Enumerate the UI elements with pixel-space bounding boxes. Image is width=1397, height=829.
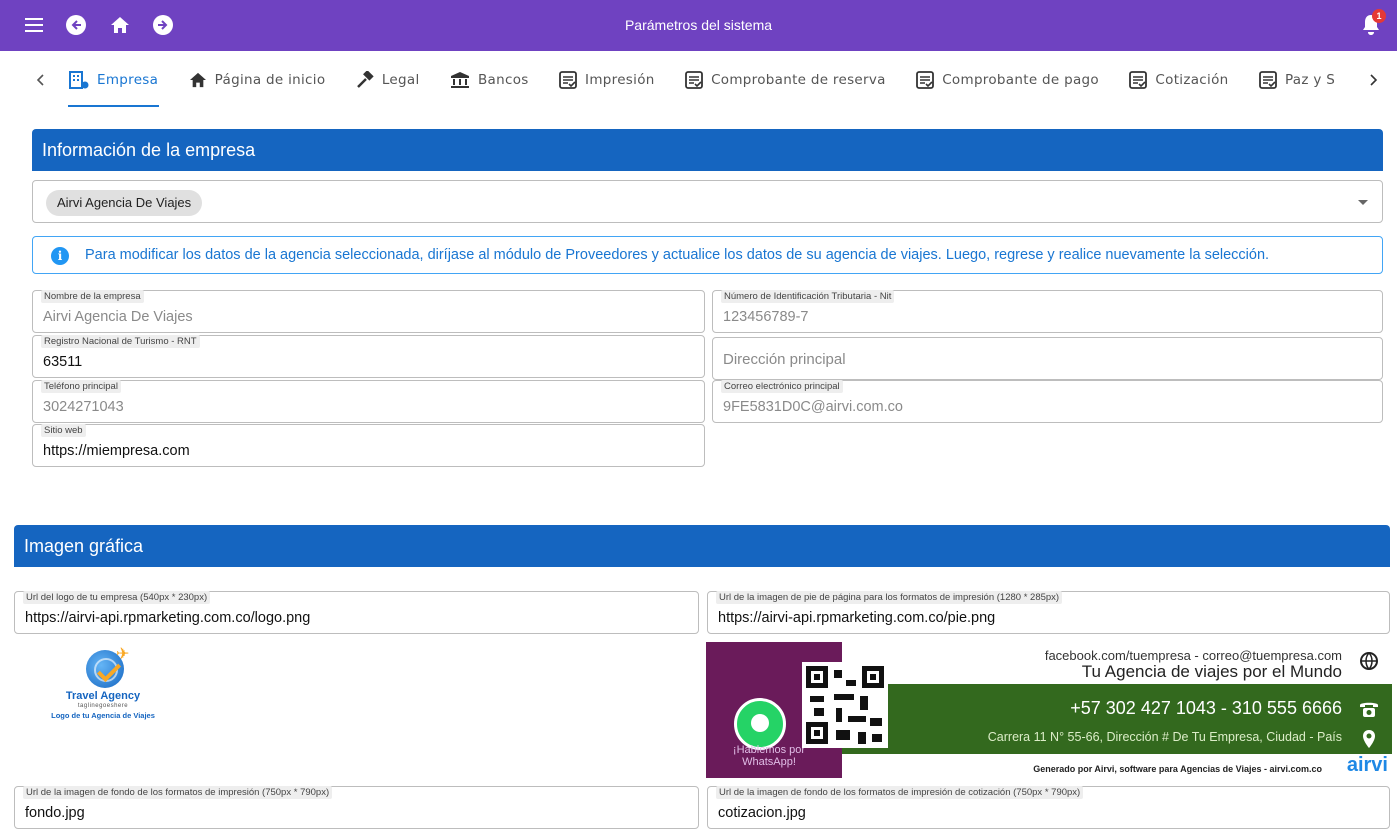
rnt-value: 63511 xyxy=(43,354,83,370)
company-section-header: Información de la empresa xyxy=(32,129,1383,171)
email-field[interactable]: Correo electrónico principal 9FE5831D0C@… xyxy=(712,380,1383,423)
form-icon xyxy=(559,70,577,89)
tabs-scroll-left-icon[interactable] xyxy=(20,51,60,108)
tab-paz-y-salvo[interactable]: Paz y S xyxy=(1246,51,1348,108)
rnt-label: Registro Nacional de Turismo - RNT xyxy=(41,335,200,348)
nit-field[interactable]: Número de Identificación Tributaria - Ni… xyxy=(712,290,1383,333)
tab-pagina-inicio[interactable]: Página de inicio xyxy=(176,51,339,108)
logo-url-value: https://airvi-api.rpmarketing.com.co/log… xyxy=(25,610,311,626)
airvi-logo: airvi xyxy=(1346,754,1388,776)
info-alert: i Para modificar los datos de la agencia… xyxy=(32,236,1383,274)
phone-field[interactable]: Teléfono principal 3024271043 xyxy=(32,380,705,423)
app-bar: Parámetros del sistema 1 xyxy=(0,0,1397,51)
footer-slogan: Tu Agencia de viajes por el Mundo xyxy=(1081,662,1342,681)
tab-cotizacion[interactable]: Cotización xyxy=(1116,51,1241,108)
footer-phones: +57 302 427 1043 - 310 555 6666 xyxy=(1070,698,1342,718)
nit-value: 123456789-7 xyxy=(723,309,809,325)
company-name-label: Nombre de la empresa xyxy=(41,290,144,303)
tabs-scroll-right-icon[interactable] xyxy=(1354,51,1394,108)
tab-impresion[interactable]: Impresión xyxy=(546,51,668,108)
bank-icon xyxy=(450,71,469,88)
tab-comprobante-pago[interactable]: Comprobante de pago xyxy=(903,51,1112,108)
address-placeholder: Dirección principal xyxy=(723,351,846,368)
logo-tagline: taglinegoeshere xyxy=(77,703,129,709)
info-icon: i xyxy=(51,247,69,265)
phone-value: 3024271043 xyxy=(43,399,124,415)
tab-bancos[interactable]: Bancos xyxy=(437,51,542,108)
background-url-value: fondo.jpg xyxy=(25,805,85,821)
location-pin-icon xyxy=(1358,728,1380,750)
phone-label: Teléfono principal xyxy=(41,380,121,393)
agency-chip: Airvi Agencia De Viajes xyxy=(46,190,203,216)
tabs-bar: Empresa Página de inicio Legal Bancos Im… xyxy=(0,51,1397,108)
agency-select[interactable]: Airvi Agencia De Viajes xyxy=(32,180,1383,223)
whatsapp-label: ¡Hablemos por WhatsApp! xyxy=(732,744,806,768)
phone-icon xyxy=(1358,698,1380,720)
form-icon xyxy=(1259,70,1277,89)
rnt-field[interactable]: Registro Nacional de Turismo - RNT 63511 xyxy=(32,335,705,378)
whatsapp-icon xyxy=(734,698,786,750)
logo-name: Travel Agency xyxy=(65,690,141,702)
company-name-field[interactable]: Nombre de la empresa Airvi Agencia De Vi… xyxy=(32,290,705,333)
logo-url-field[interactable]: Url del logo de tu empresa (540px * 230p… xyxy=(14,591,699,634)
background-url-field[interactable]: Url de la imagen de fondo de los formato… xyxy=(14,786,699,829)
airplane-icon: ✈ xyxy=(116,646,130,663)
tab-comprobante-reserva[interactable]: Comprobante de reserva xyxy=(672,51,899,108)
tab-empresa[interactable]: Empresa xyxy=(56,51,171,108)
info-alert-text: Para modificar los datos de la agencia s… xyxy=(85,247,1270,263)
footer-url-field[interactable]: Url de la imagen de pie de página para l… xyxy=(707,591,1390,634)
globe-icon xyxy=(1358,650,1380,672)
quote-background-url-value: cotizacion.jpg xyxy=(718,805,806,821)
form-icon xyxy=(916,70,935,89)
nit-label: Número de Identificación Tributaria - Ni… xyxy=(721,290,895,303)
graphics-section-header: Imagen gráfica xyxy=(14,525,1390,567)
footer-preview: ¡Hablemos por WhatsApp! facebook.com/tue… xyxy=(706,642,1392,778)
quote-background-url-field[interactable]: Url de la imagen de fondo de los formato… xyxy=(707,786,1390,829)
logo-url-label: Url del logo de tu empresa (540px * 230p… xyxy=(23,591,211,604)
company-icon xyxy=(69,70,89,89)
notification-badge: 1 xyxy=(1372,9,1386,23)
qr-code-icon xyxy=(802,662,888,748)
tab-legal[interactable]: Legal xyxy=(343,51,433,108)
background-url-label: Url de la imagen de fondo de los formato… xyxy=(23,786,333,799)
website-label: Sitio web xyxy=(41,424,86,437)
form-icon xyxy=(685,70,703,89)
footer-generated-by: Generado por Airvi, software para Agenci… xyxy=(1033,764,1322,774)
page-title: Parámetros del sistema xyxy=(624,17,773,33)
bell-icon[interactable]: 1 xyxy=(1359,9,1386,37)
quote-background-url-label: Url de la imagen de fondo de los formato… xyxy=(716,786,1084,799)
email-label: Correo electrónico principal xyxy=(721,380,843,393)
website-field[interactable]: Sitio web https://miempresa.com xyxy=(32,424,705,467)
form-icon xyxy=(1129,70,1148,89)
website-value: https://miempresa.com xyxy=(43,443,190,459)
footer-social: facebook.com/tuempresa - correo@tuempres… xyxy=(1044,648,1342,663)
logo-caption: Logo de tu Agencia de Viajes xyxy=(51,711,155,720)
address-field[interactable]: Dirección principal xyxy=(712,337,1383,380)
footer-url-label: Url de la imagen de pie de página para l… xyxy=(716,591,1063,604)
footer-address: Carrera 11 N° 55-66, Dirección # De Tu E… xyxy=(987,730,1342,744)
logo-preview: ✈ Travel Agency taglinegoeshere Logo de … xyxy=(36,644,170,734)
chevron-down-icon[interactable] xyxy=(1358,200,1368,205)
company-name-value: Airvi Agencia De Viajes xyxy=(43,309,193,325)
footer-url-value: https://airvi-api.rpmarketing.com.co/pie… xyxy=(718,610,996,626)
gavel-icon xyxy=(356,70,374,88)
email-value: 9FE5831D0C@airvi.com.co xyxy=(723,399,903,415)
home-icon xyxy=(189,72,206,87)
